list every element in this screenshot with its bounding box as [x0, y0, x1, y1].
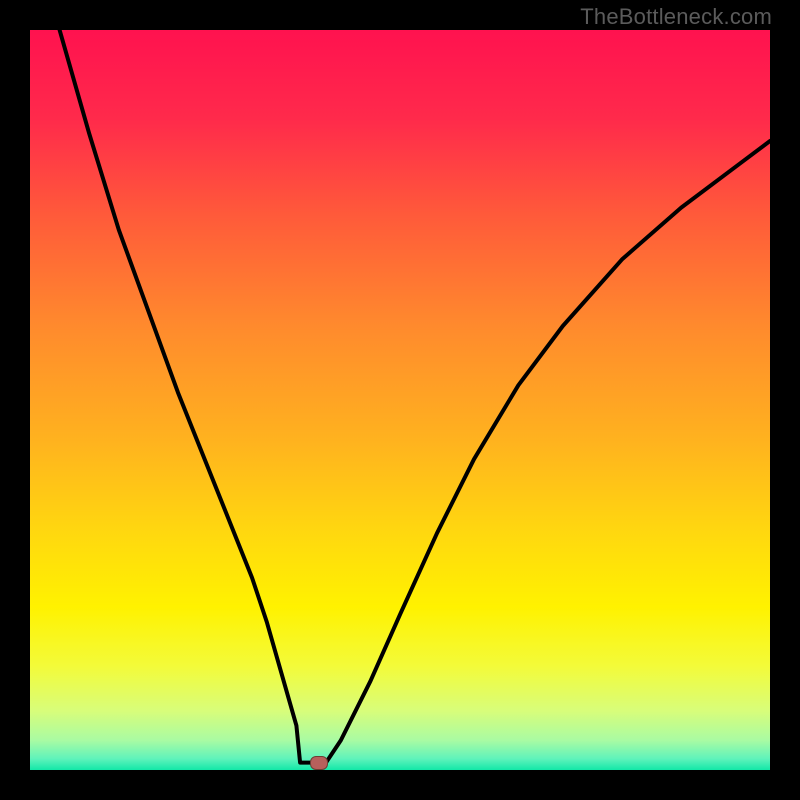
plot-area: [30, 30, 770, 770]
optimal-point-marker: [310, 756, 328, 770]
chart-svg: [30, 30, 770, 770]
gradient-background: [30, 30, 770, 770]
chart-frame: TheBottleneck.com: [0, 0, 800, 800]
watermark-text: TheBottleneck.com: [580, 4, 772, 30]
